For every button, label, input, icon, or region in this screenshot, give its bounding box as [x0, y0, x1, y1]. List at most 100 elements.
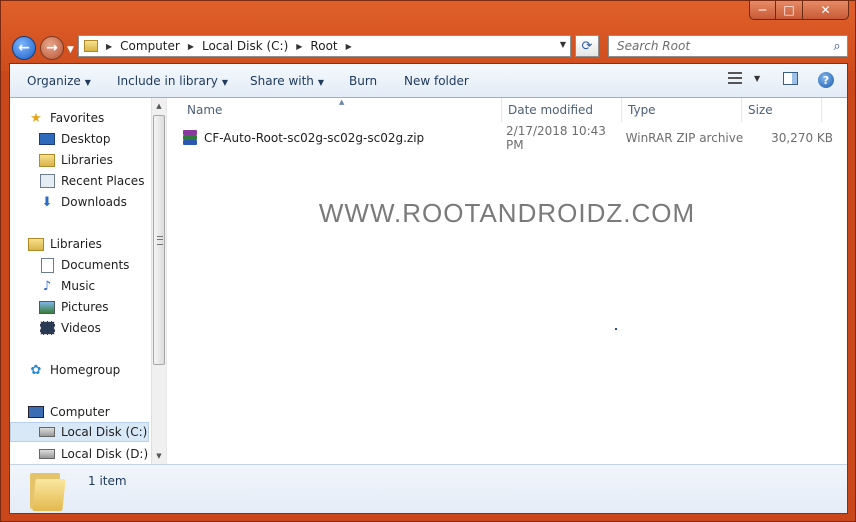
sidebar-item-pictures[interactable]: Pictures	[39, 297, 109, 317]
sidebar-item-downloads[interactable]: ⬇ Downloads	[39, 192, 127, 212]
details-pane: 1 item	[10, 464, 847, 513]
navigation-pane: ★ Favorites Desktop Libraries Recent Pla…	[10, 98, 166, 464]
folder-icon	[30, 471, 66, 511]
sidebar-item-label: Favorites	[50, 111, 105, 125]
sidebar-item-label: Videos	[61, 321, 101, 335]
sidebar-item-label: Local Disk (C:)	[61, 425, 148, 439]
burn-button[interactable]: Burn	[349, 74, 377, 88]
close-icon: ✕	[820, 3, 831, 17]
column-header-size[interactable]: Size	[748, 98, 773, 122]
chevron-right-icon[interactable]: ▶	[106, 42, 112, 51]
scroll-up-icon[interactable]: ▲	[152, 98, 166, 114]
search-icon[interactable]: ⌕	[827, 39, 847, 54]
refresh-button[interactable]: ⟳	[575, 35, 599, 57]
include-in-library-button[interactable]: Include in library ▼	[117, 74, 228, 88]
sidebar-item-label: Libraries	[50, 237, 102, 251]
sidebar-item-videos[interactable]: Videos	[39, 318, 101, 338]
scroll-down-icon[interactable]: ▼	[152, 448, 166, 464]
new-folder-button[interactable]: New folder	[404, 74, 469, 88]
minimize-button[interactable]: ─	[749, 1, 776, 20]
address-bar[interactable]: ▶ Computer ▶ Local Disk (C:) ▶ Root ▶ ▼	[78, 35, 571, 57]
organize-label: Organize	[27, 74, 81, 88]
column-divider[interactable]	[501, 98, 502, 122]
preview-pane-button[interactable]	[783, 72, 798, 85]
column-divider[interactable]	[821, 98, 822, 122]
chevron-right-icon[interactable]: ▶	[188, 42, 194, 51]
drive-icon	[39, 425, 55, 439]
file-date-modified: 2/17/2018 10:43 PM	[506, 124, 606, 152]
address-history-dropdown-icon[interactable]: ▼	[560, 40, 566, 49]
view-list-icon	[728, 72, 742, 84]
stray-pixel	[615, 328, 617, 330]
maximize-button[interactable]: □	[776, 1, 803, 20]
back-arrow-icon: ←	[18, 40, 30, 56]
pictures-icon	[39, 300, 55, 314]
share-with-label: Share with	[250, 74, 314, 88]
sidebar-item-music[interactable]: ♪ Music	[39, 276, 95, 296]
breadcrumb: ▶ Computer ▶ Local Disk (C:) ▶ Root ▶	[98, 39, 360, 53]
explorer-window: ─ □ ✕ ← → ▼ ▶ Computer ▶ Local Disk (C:)…	[0, 0, 856, 522]
chevron-down-icon: ▼	[317, 78, 325, 87]
breadcrumb-local-disk-c[interactable]: Local Disk (C:)	[202, 39, 288, 53]
search-box: ⌕	[608, 35, 848, 57]
breadcrumb-root[interactable]: Root	[310, 39, 337, 53]
computer-icon	[28, 405, 44, 419]
preview-pane-icon	[783, 72, 798, 85]
chevron-right-icon[interactable]: ▶	[296, 42, 302, 51]
caption-buttons: ─ □ ✕	[749, 1, 849, 21]
sidebar-item-libraries-group[interactable]: Libraries	[28, 234, 102, 254]
forward-arrow-icon: →	[46, 40, 58, 56]
drive-icon	[39, 447, 55, 461]
navigation-scrollbar[interactable]: ▲ ▼	[151, 98, 166, 464]
forward-button[interactable]: →	[40, 36, 64, 60]
chevron-down-icon: ▼	[221, 78, 229, 87]
file-list-pane: ▲ Name Date modified Type Size CF-Auto-R…	[166, 98, 847, 464]
sidebar-item-local-disk-c[interactable]: Local Disk (C:)	[10, 422, 149, 442]
column-divider[interactable]	[621, 98, 622, 122]
refresh-icon: ⟳	[581, 38, 593, 54]
chevron-right-icon[interactable]: ▶	[346, 42, 352, 51]
organize-button[interactable]: Organize ▼	[27, 74, 91, 88]
homegroup-icon: ✿	[30, 362, 42, 378]
star-icon: ★	[30, 110, 42, 126]
share-with-button[interactable]: Share with ▼	[250, 74, 324, 88]
scrollbar-thumb[interactable]	[153, 115, 165, 365]
column-header-type[interactable]: Type	[628, 98, 656, 122]
desktop-icon	[39, 132, 55, 146]
libraries-icon	[28, 237, 44, 251]
sidebar-item-label: Music	[61, 279, 96, 293]
sidebar-item-recent-places[interactable]: Recent Places	[39, 171, 144, 191]
sidebar-item-label: Desktop	[61, 132, 111, 146]
explorer-client-area: Organize ▼ Include in library ▼ Share with…	[9, 63, 848, 514]
column-divider[interactable]	[741, 98, 742, 122]
videos-icon	[39, 321, 55, 335]
file-name: CF-Auto-Root-sc02g-sc02g-sc02g.zip	[203, 131, 425, 145]
help-button[interactable]: ?	[818, 72, 834, 88]
chevron-down-icon: ▼	[754, 73, 761, 83]
sidebar-item-label: Documents	[61, 258, 130, 272]
sidebar-item-libraries[interactable]: Libraries	[39, 150, 113, 170]
minimize-icon: ─	[758, 3, 767, 17]
sidebar-item-local-disk-d[interactable]: Local Disk (D:)	[39, 444, 148, 464]
table-row[interactable]: CF-Auto-Root-sc02g-sc02g-sc02g.zip 2/17/…	[183, 124, 833, 152]
sort-ascending-icon: ▲	[339, 98, 345, 106]
change-view-button[interactable]: ▼	[728, 72, 760, 84]
sidebar-item-homegroup[interactable]: ✿ Homegroup	[28, 360, 121, 380]
recent-pages-dropdown-icon[interactable]: ▼	[67, 45, 74, 55]
close-button[interactable]: ✕	[803, 1, 849, 20]
sidebar-item-favorites[interactable]: ★ Favorites	[28, 108, 104, 128]
sidebar-item-label: Libraries	[61, 153, 113, 167]
column-header-date-modified[interactable]: Date modified	[508, 98, 593, 122]
watermark-text: WWW.ROOTANDROIDZ.COM	[318, 198, 696, 228]
search-input[interactable]	[615, 38, 827, 54]
sidebar-item-label: Recent Places	[61, 174, 145, 188]
back-button[interactable]: ←	[12, 36, 36, 60]
breadcrumb-computer[interactable]: Computer	[120, 39, 180, 53]
column-header-name[interactable]: Name	[187, 98, 222, 122]
sidebar-item-documents[interactable]: Documents	[39, 255, 129, 275]
sidebar-item-label: Computer	[50, 405, 110, 419]
maximize-icon: □	[783, 3, 795, 17]
sidebar-item-desktop[interactable]: Desktop	[39, 129, 111, 149]
sidebar-item-label: Pictures	[61, 300, 109, 314]
sidebar-item-computer[interactable]: Computer	[28, 402, 110, 422]
